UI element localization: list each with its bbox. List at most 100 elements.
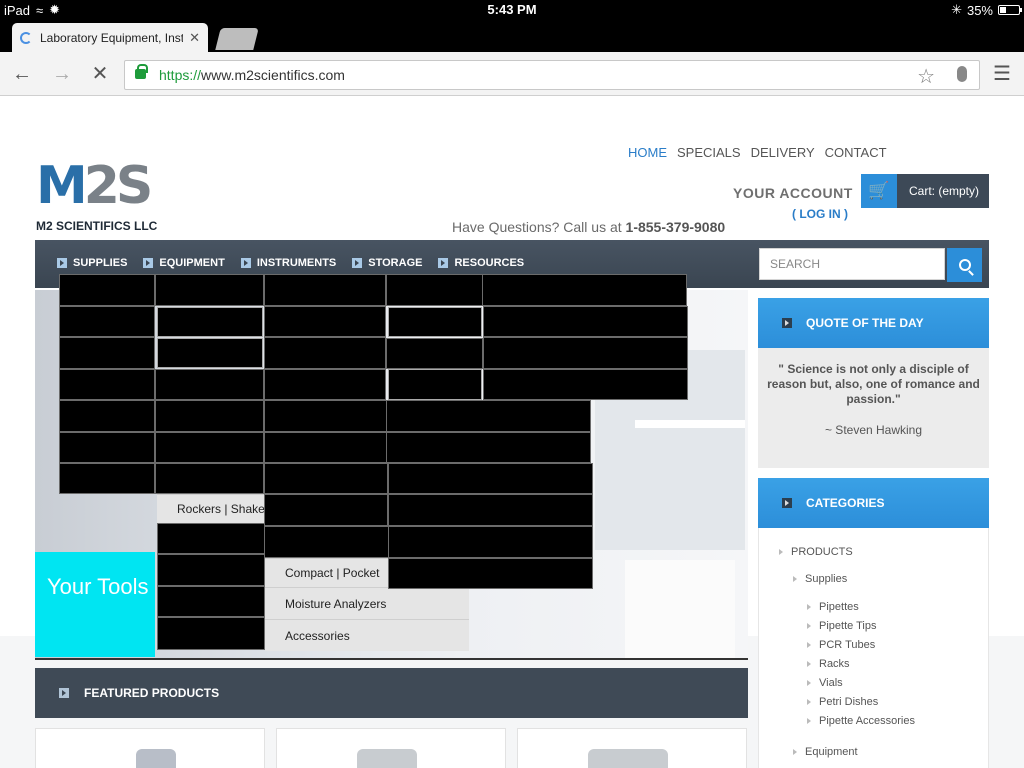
- microphone-icon[interactable]: [957, 66, 967, 82]
- menu-item-compact-pocket[interactable]: Compact | Pocket: [265, 558, 390, 587]
- menu-item[interactable]: [388, 369, 482, 400]
- menu-item[interactable]: [386, 338, 483, 369]
- menu-item[interactable]: [264, 274, 386, 306]
- menu-item-accessories[interactable]: Accessories: [265, 619, 469, 651]
- forward-arrow-icon[interactable]: →: [50, 62, 74, 86]
- menu-item-moisture-analyzers[interactable]: Moisture Analyzers: [265, 587, 469, 619]
- menu-item[interactable]: [59, 337, 155, 369]
- category-label: Supplies: [805, 573, 848, 585]
- login-link[interactable]: ( LOG IN ): [792, 207, 848, 221]
- category-equipment[interactable]: Equipment: [793, 746, 858, 758]
- expand-arrow-icon: [807, 642, 811, 648]
- site-logo[interactable]: M2S M2 SCIENTIFICS LLC: [36, 156, 162, 236]
- menu-item[interactable]: [264, 432, 388, 463]
- product-card[interactable]: [276, 728, 506, 768]
- search-button[interactable]: [947, 248, 982, 282]
- browser-toolbar: ← → ✕ https://www.m2scientifics.com ☆ ☰: [0, 52, 1024, 96]
- menu-item[interactable]: [483, 337, 688, 369]
- menu-item[interactable]: [483, 306, 688, 337]
- menu-item[interactable]: [264, 337, 386, 369]
- category-supplies[interactable]: Supplies: [793, 573, 847, 585]
- battery-icon: [998, 5, 1022, 15]
- menu-item[interactable]: [157, 338, 263, 368]
- status-left: iPad ≈ ✹: [4, 2, 60, 18]
- nav-supplies[interactable]: SUPPLIES: [57, 257, 127, 269]
- menu-item[interactable]: [388, 494, 593, 526]
- menu-item[interactable]: [155, 274, 264, 306]
- search-input[interactable]: SEARCH: [759, 248, 945, 280]
- menu-item[interactable]: [59, 306, 155, 337]
- menu-item[interactable]: [157, 554, 265, 586]
- menu-item[interactable]: [388, 526, 593, 558]
- category-item[interactable]: Pipette Tips: [807, 620, 876, 632]
- new-tab-button[interactable]: [215, 28, 259, 50]
- menu-item[interactable]: [264, 463, 388, 494]
- quote-panel: " Science is not only a disciple of reas…: [758, 348, 989, 468]
- menu-item[interactable]: [264, 494, 388, 526]
- menu-item[interactable]: [59, 274, 155, 306]
- logo-mark: M2S: [36, 156, 153, 216]
- hero-divider: [35, 658, 748, 660]
- phone-number[interactable]: 1-855-379-9080: [626, 219, 726, 235]
- back-arrow-icon[interactable]: ←: [10, 62, 34, 86]
- category-item[interactable]: Pipettes: [807, 601, 859, 613]
- product-card[interactable]: [517, 728, 747, 768]
- menu-item[interactable]: [155, 463, 264, 494]
- menu-item[interactable]: [482, 274, 687, 306]
- category-item[interactable]: Petri Dishes: [807, 696, 878, 708]
- menu-item[interactable]: [483, 369, 688, 400]
- menu-item[interactable]: [264, 400, 388, 432]
- menu-item[interactable]: [388, 463, 593, 494]
- address-bar[interactable]: https://www.m2scientifics.com ☆: [124, 60, 980, 90]
- menu-item[interactable]: [386, 432, 591, 463]
- nav-resources[interactable]: RESOURCES: [438, 257, 524, 269]
- menu-item[interactable]: [386, 400, 591, 432]
- menu-item[interactable]: [264, 526, 390, 558]
- category-item[interactable]: Vials: [807, 677, 843, 689]
- search-icon: [958, 259, 971, 271]
- nav-home[interactable]: HOME: [628, 145, 667, 160]
- menu-item-rockers[interactable]: Rockers | Shake: [157, 494, 265, 523]
- product-image: [357, 749, 417, 768]
- menu-item[interactable]: [264, 306, 386, 337]
- expand-arrow-icon: [807, 623, 811, 629]
- browser-tab-active[interactable]: Laboratory Equipment, Inst ✕: [12, 23, 208, 52]
- menu-item[interactable]: [157, 617, 265, 650]
- nav-equipment[interactable]: EQUIPMENT: [143, 257, 225, 269]
- menu-item[interactable]: [59, 463, 155, 494]
- bookmark-star-icon[interactable]: ☆: [917, 64, 935, 89]
- menu-item[interactable]: [59, 369, 155, 400]
- close-tab-icon[interactable]: ✕: [189, 30, 200, 46]
- category-item[interactable]: Pipette Accessories: [807, 715, 915, 727]
- expand-arrow-icon: [807, 680, 811, 686]
- menu-item[interactable]: [388, 307, 482, 337]
- category-label: Pipette Tips: [819, 620, 877, 632]
- hero-cabinet-image: [625, 560, 735, 660]
- expand-arrow-icon: [793, 749, 797, 755]
- category-item[interactable]: PCR Tubes: [807, 639, 875, 651]
- nav-instruments[interactable]: INSTRUMENTS: [240, 257, 336, 269]
- stop-loading-icon[interactable]: ✕: [88, 62, 112, 86]
- menu-item[interactable]: [59, 400, 155, 432]
- menu-item[interactable]: [157, 307, 263, 337]
- product-image: [588, 749, 668, 768]
- category-label: Pipette Accessories: [819, 715, 915, 727]
- menu-item[interactable]: [155, 369, 264, 400]
- menu-item[interactable]: [157, 586, 265, 617]
- category-products[interactable]: PRODUCTS: [779, 546, 853, 558]
- nav-storage[interactable]: STORAGE: [352, 257, 422, 269]
- menu-item[interactable]: [155, 432, 264, 463]
- menu-item[interactable]: [155, 400, 264, 432]
- menu-icon[interactable]: ☰: [990, 62, 1014, 86]
- menu-item[interactable]: [59, 432, 155, 463]
- category-item[interactable]: Racks: [807, 658, 850, 670]
- nav-contact[interactable]: CONTACT: [825, 145, 887, 160]
- nav-delivery[interactable]: DELIVERY: [751, 145, 815, 160]
- cart-button[interactable]: 🛒 Cart: (empty): [861, 174, 989, 208]
- menu-item[interactable]: [157, 523, 265, 554]
- nav-specials[interactable]: SPECIALS: [677, 145, 741, 160]
- menu-item[interactable]: [388, 558, 593, 589]
- menu-item[interactable]: [386, 274, 483, 306]
- menu-item[interactable]: [264, 369, 386, 400]
- product-card[interactable]: [35, 728, 265, 768]
